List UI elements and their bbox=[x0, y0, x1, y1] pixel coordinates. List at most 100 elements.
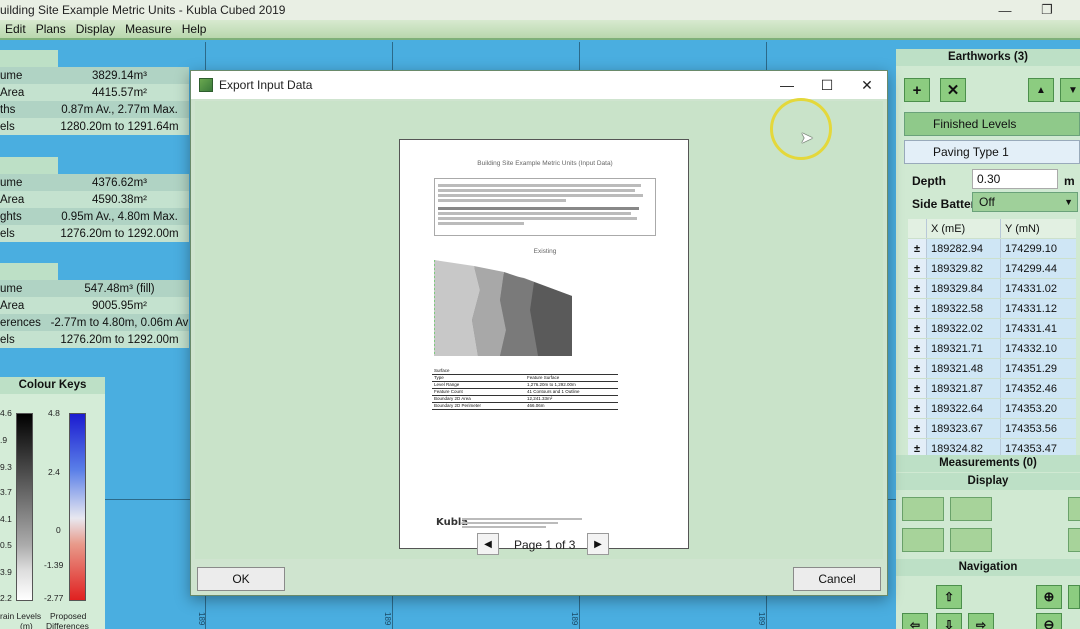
nav-up-button[interactable]: ⇧ bbox=[936, 585, 962, 609]
table-row[interactable]: ±189322.58 174331.12 bbox=[908, 299, 1076, 319]
table-row[interactable]: ±189282.94 174299.10 bbox=[908, 239, 1076, 259]
cell-x[interactable]: 189329.84 bbox=[927, 279, 1001, 298]
paving-type-item[interactable]: Paving Type 1 bbox=[904, 140, 1080, 164]
cell-x[interactable]: 189322.64 bbox=[927, 399, 1001, 418]
legend-tick-label: 0 bbox=[56, 525, 61, 535]
cell-x[interactable]: 189321.87 bbox=[927, 379, 1001, 398]
cell-y[interactable]: 174332.10 bbox=[1001, 339, 1076, 358]
dialog-minimize-button[interactable]: — bbox=[767, 71, 807, 99]
stat-value: 1280.20m to 1291.64m bbox=[60, 120, 179, 133]
cell-x[interactable]: 189329.82 bbox=[927, 259, 1001, 278]
stat-label: ume bbox=[0, 176, 23, 189]
nav-left-button[interactable]: ⇦ bbox=[902, 613, 928, 629]
nav-right-button[interactable]: ⇨ bbox=[968, 613, 994, 629]
table-row[interactable]: ±189321.48 174351.29 bbox=[908, 359, 1076, 379]
delete-button[interactable]: ✕ bbox=[940, 78, 966, 102]
stat-row: Area 4415.57m² bbox=[0, 84, 189, 101]
pm-icon[interactable]: ± bbox=[908, 279, 927, 298]
pm-icon[interactable]: ± bbox=[908, 239, 927, 258]
measurements-header[interactable]: Measurements (0) bbox=[896, 455, 1080, 472]
prev-page-button[interactable]: ◀ bbox=[477, 533, 499, 555]
cell-y[interactable]: 174331.02 bbox=[1001, 279, 1076, 298]
cell-x[interactable]: 189321.48 bbox=[927, 359, 1001, 378]
stats-group-header[interactable] bbox=[0, 157, 58, 174]
window-title: uilding Site Example Metric Units - Kubl… bbox=[0, 3, 286, 17]
cell-x[interactable]: 189321.71 bbox=[927, 339, 1001, 358]
page-preview[interactable]: Building Site Example Metric Units (Inpu… bbox=[399, 139, 689, 549]
pm-icon[interactable]: ± bbox=[908, 359, 927, 378]
zoom-in-button[interactable]: ⊕ bbox=[1036, 585, 1062, 609]
pm-icon[interactable]: ± bbox=[908, 299, 927, 318]
display-contours-button[interactable] bbox=[950, 497, 992, 521]
cell-y[interactable]: 174351.29 bbox=[1001, 359, 1076, 378]
finished-levels-item[interactable]: Finished Levels bbox=[904, 112, 1080, 136]
cell-x[interactable]: 189322.58 bbox=[927, 299, 1001, 318]
cell-x[interactable]: 189322.02 bbox=[927, 319, 1001, 338]
preview-notes-box bbox=[434, 178, 656, 236]
dialog-titlebar[interactable]: Export Input Data — ☐ ✕ bbox=[191, 71, 887, 99]
table-row[interactable]: ±189321.87 174352.46 bbox=[908, 379, 1076, 399]
table-row[interactable]: ±189329.82 174299.44 bbox=[908, 259, 1076, 279]
display-2d-button[interactable] bbox=[902, 497, 944, 521]
nav-down-button[interactable]: ⇩ bbox=[936, 613, 962, 629]
table-row[interactable]: ±189322.64 174353.20 bbox=[908, 399, 1076, 419]
add-button[interactable]: + bbox=[904, 78, 930, 102]
cell-y[interactable]: 174331.41 bbox=[1001, 319, 1076, 338]
preview-table-row: Feature Count 41 Contours and 1 Outline bbox=[432, 389, 618, 396]
next-page-button[interactable]: ▶ bbox=[587, 533, 609, 555]
display-header[interactable]: Display bbox=[896, 473, 1080, 490]
display-grid-button[interactable] bbox=[1068, 528, 1080, 552]
menu-measure[interactable]: Measure bbox=[125, 22, 172, 36]
table-row[interactable]: ±189321.71 174332.10 bbox=[908, 339, 1076, 359]
menu-edit[interactable]: Edit bbox=[5, 22, 26, 36]
pm-icon[interactable]: ± bbox=[908, 419, 927, 438]
preview-cell: 12,241.33m² bbox=[527, 396, 553, 401]
table-row[interactable]: ±189322.02 174331.41 bbox=[908, 319, 1076, 339]
cancel-button[interactable]: Cancel bbox=[793, 567, 881, 591]
pm-icon[interactable]: ± bbox=[908, 339, 927, 358]
preview-table-row: Boundary 2D Perimeter 466.06m bbox=[432, 403, 618, 410]
stat-label: Area bbox=[0, 86, 25, 99]
cell-y[interactable]: 174353.20 bbox=[1001, 399, 1076, 418]
stats-group-header[interactable] bbox=[0, 50, 58, 67]
cell-x[interactable]: 189282.94 bbox=[927, 239, 1001, 258]
preview-cell: 41 Contours and 1 Outline bbox=[527, 389, 580, 394]
depth-label: Depth bbox=[912, 174, 946, 188]
display-extra-button[interactable] bbox=[1068, 497, 1080, 521]
pm-icon[interactable]: ± bbox=[908, 259, 927, 278]
cell-x[interactable]: 189323.67 bbox=[927, 419, 1001, 438]
cell-y[interactable]: 174353.56 bbox=[1001, 419, 1076, 438]
cell-y[interactable]: 174299.44 bbox=[1001, 259, 1076, 278]
display-shading-button[interactable] bbox=[902, 528, 944, 552]
preview-cell: Feature Count bbox=[434, 389, 463, 394]
navigation-header[interactable]: Navigation bbox=[896, 559, 1080, 576]
earthworks-header[interactable]: Earthworks (3) bbox=[896, 49, 1080, 66]
dialog-close-button[interactable]: ✕ bbox=[847, 71, 887, 99]
move-up-button[interactable]: ▲ bbox=[1028, 78, 1054, 102]
pm-icon[interactable]: ± bbox=[908, 319, 927, 338]
pm-icon[interactable]: ± bbox=[908, 399, 927, 418]
pm-icon[interactable]: ± bbox=[908, 379, 927, 398]
stats-group-header[interactable] bbox=[0, 263, 58, 280]
cell-y[interactable]: 174299.10 bbox=[1001, 239, 1076, 258]
mouse-cursor-icon: ➤ bbox=[800, 130, 814, 147]
nav-extra-button[interactable] bbox=[1068, 585, 1080, 609]
table-row[interactable]: ±189323.67 174353.56 bbox=[908, 419, 1076, 439]
depth-input[interactable]: 0.30 bbox=[972, 169, 1058, 189]
display-wireframe-button[interactable] bbox=[950, 528, 992, 552]
move-down-button[interactable]: ▼ bbox=[1060, 78, 1080, 102]
zoom-out-button[interactable]: ⊖ bbox=[1036, 613, 1062, 629]
table-row[interactable]: ±189329.84 174331.02 bbox=[908, 279, 1076, 299]
ok-button[interactable]: OK bbox=[197, 567, 285, 591]
minimize-button[interactable]: — bbox=[988, 0, 1022, 20]
menu-plans[interactable]: Plans bbox=[36, 22, 66, 36]
restore-button[interactable]: ❐ bbox=[1030, 0, 1064, 20]
dialog-maximize-button[interactable]: ☐ bbox=[807, 71, 847, 99]
axis-tick-label: 189 bbox=[383, 612, 392, 626]
menu-display[interactable]: Display bbox=[76, 22, 115, 36]
menu-help[interactable]: Help bbox=[182, 22, 207, 36]
side-batter-select[interactable]: Off ▼ bbox=[972, 192, 1078, 212]
cell-y[interactable]: 174352.46 bbox=[1001, 379, 1076, 398]
stat-row: ghts 0.95m Av., 4.80m Max. bbox=[0, 208, 189, 225]
cell-y[interactable]: 174331.12 bbox=[1001, 299, 1076, 318]
